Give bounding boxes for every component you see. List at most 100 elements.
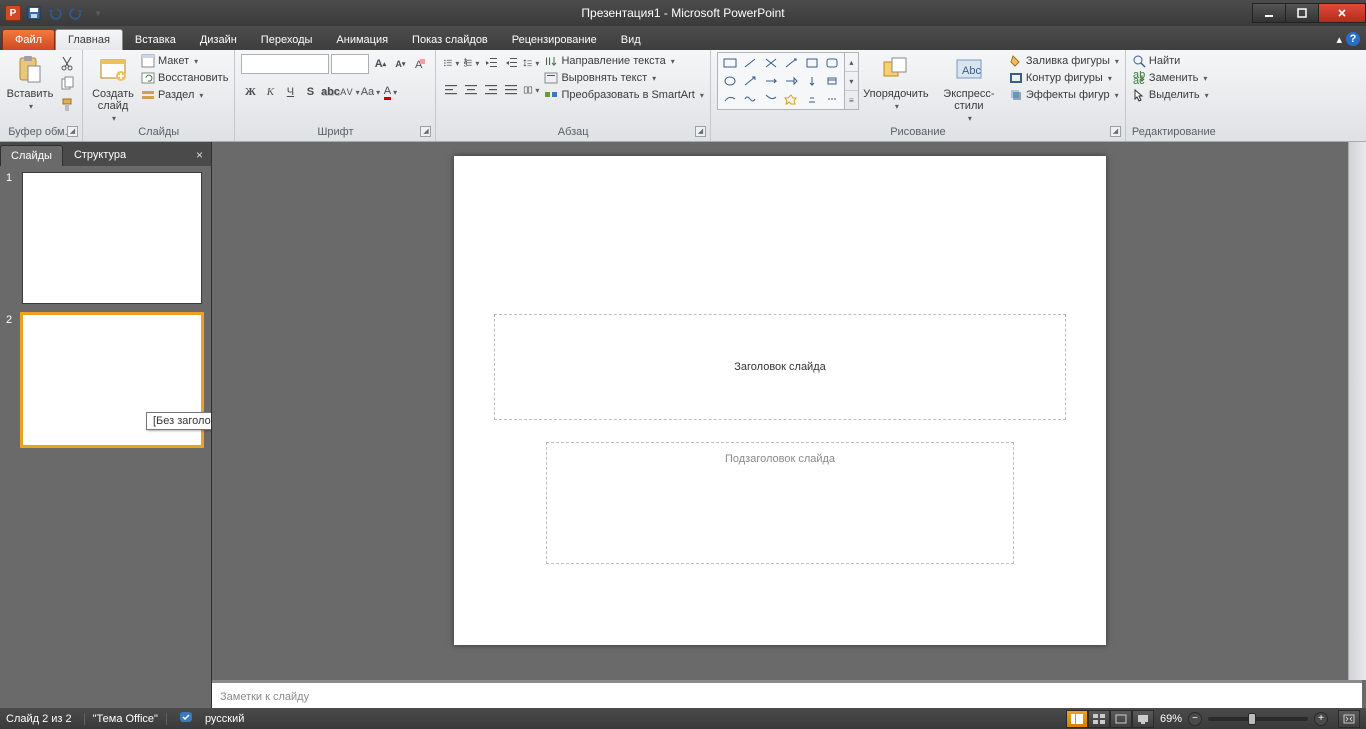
reading-view-icon[interactable]	[1110, 710, 1132, 728]
arrange-button[interactable]: Упорядочить▾	[863, 52, 929, 111]
spacing-icon[interactable]: AV▾	[341, 83, 359, 101]
columns-icon[interactable]: ▾	[522, 81, 540, 99]
fit-to-window-icon[interactable]	[1338, 710, 1360, 728]
shape-fill-button[interactable]: Заливка фигуры▾	[1009, 54, 1119, 68]
status-language[interactable]: русский	[205, 713, 244, 725]
format-painter-icon[interactable]	[58, 96, 76, 114]
cut-icon[interactable]	[58, 54, 76, 72]
zoom-out-button[interactable]: −	[1188, 712, 1202, 726]
panel-tab-slides[interactable]: Слайды	[0, 145, 63, 166]
quick-styles-button[interactable]: Abc Экспресс-стили▾	[933, 52, 1005, 123]
tab-slideshow[interactable]: Показ слайдов	[400, 30, 500, 50]
notes-pane[interactable]: Заметки к слайду	[212, 680, 1362, 708]
effects-icon	[1009, 88, 1023, 102]
smartart-button[interactable]: Преобразовать в SmartArt▾	[544, 88, 703, 102]
shadow-icon[interactable]: abc	[321, 83, 339, 101]
shape-effects-button[interactable]: Эффекты фигур▾	[1009, 88, 1119, 102]
arrange-icon	[880, 54, 912, 86]
tab-file[interactable]: Файл	[2, 29, 55, 50]
status-slide-count: Слайд 2 из 2	[6, 713, 72, 725]
tab-animation[interactable]: Анимация	[324, 30, 400, 50]
drawing-dialog-icon[interactable]: ◢	[1110, 126, 1121, 137]
redo-icon[interactable]	[67, 4, 85, 22]
slideshow-view-icon[interactable]	[1132, 710, 1154, 728]
clipboard-dialog-icon[interactable]: ◢	[67, 126, 78, 137]
close-button[interactable]	[1318, 3, 1366, 23]
paragraph-dialog-icon[interactable]: ◢	[695, 126, 706, 137]
italic-icon[interactable]: К	[261, 83, 279, 101]
undo-icon[interactable]	[46, 4, 64, 22]
replace-icon: abac	[1132, 71, 1146, 85]
maximize-button[interactable]	[1285, 3, 1319, 23]
tab-transitions[interactable]: Переходы	[249, 30, 325, 50]
change-case-icon[interactable]: Aa▾	[361, 83, 379, 101]
find-button[interactable]: Найти	[1132, 54, 1209, 68]
find-icon	[1132, 54, 1146, 68]
bold-icon[interactable]: Ж	[241, 83, 259, 101]
tab-insert[interactable]: Вставка	[123, 30, 188, 50]
font-dialog-icon[interactable]: ◢	[420, 126, 431, 137]
tab-home[interactable]: Главная	[55, 29, 123, 50]
section-button[interactable]: Раздел▾	[141, 88, 228, 102]
tab-review[interactable]: Рецензирование	[500, 30, 609, 50]
zoom-in-button[interactable]: +	[1314, 712, 1328, 726]
group-drawing: ▴▾≡ Упорядочить▾ Abc Экспресс-стили▾ Зал…	[711, 50, 1126, 141]
save-icon[interactable]	[25, 4, 43, 22]
slide[interactable]: Заголовок слайда Подзаголовок слайда	[454, 156, 1106, 645]
subtitle-placeholder[interactable]: Подзаголовок слайда	[546, 442, 1014, 564]
normal-view-icon[interactable]	[1066, 710, 1088, 728]
align-text-button[interactable]: Выровнять текст▾	[544, 71, 703, 85]
reset-button[interactable]: Восстановить	[141, 71, 228, 85]
group-clipboard: Вставить ▾ Буфер обм...◢	[0, 50, 83, 141]
clear-format-icon[interactable]: A	[411, 55, 429, 73]
align-text-icon	[544, 71, 558, 85]
paste-button[interactable]: Вставить ▾	[6, 52, 54, 111]
align-center-icon[interactable]	[462, 81, 480, 99]
thumbnail-2[interactable]: 2 [Без заголовка]	[6, 314, 205, 446]
qat-dropdown-icon[interactable]: ▼	[88, 4, 106, 22]
vertical-scrollbar[interactable]	[1348, 142, 1366, 680]
tab-design[interactable]: Дизайн	[188, 30, 249, 50]
title-placeholder[interactable]: Заголовок слайда	[494, 314, 1066, 420]
select-button[interactable]: Выделить▾	[1132, 88, 1209, 102]
panel-tab-outline[interactable]: Структура	[63, 144, 137, 166]
bullets-icon[interactable]: ▾	[442, 54, 460, 72]
shapes-scroll[interactable]: ▴▾≡	[845, 52, 859, 110]
zoom-slider[interactable]	[1208, 717, 1308, 721]
panel-close-icon[interactable]: ×	[188, 144, 211, 166]
sorter-view-icon[interactable]	[1088, 710, 1110, 728]
strikethrough-icon[interactable]: S	[301, 83, 319, 101]
text-direction-button[interactable]: IIНаправление текста▾	[544, 54, 703, 68]
copy-icon[interactable]	[58, 75, 76, 93]
drawing-group-label: Рисование	[890, 126, 945, 138]
align-right-icon[interactable]	[482, 81, 500, 99]
tab-view[interactable]: Вид	[609, 30, 653, 50]
shapes-gallery[interactable]	[717, 52, 845, 110]
layout-button[interactable]: Макет▾	[141, 54, 228, 68]
underline-icon[interactable]: Ч	[281, 83, 299, 101]
shape-outline-button[interactable]: Контур фигуры▾	[1009, 71, 1119, 85]
font-color-icon[interactable]: A▾	[381, 83, 399, 101]
font-family-combo[interactable]	[241, 54, 329, 74]
ribbon-minimize-icon[interactable]: ▴	[1336, 33, 1342, 46]
minimize-button[interactable]	[1252, 3, 1286, 23]
shrink-font-icon[interactable]: A▾	[391, 55, 409, 73]
replace-button[interactable]: abacЗаменить▾	[1132, 71, 1209, 85]
numbering-icon[interactable]: 123▾	[462, 54, 480, 72]
justify-icon[interactable]	[502, 81, 520, 99]
font-size-combo[interactable]	[331, 54, 369, 74]
grow-font-icon[interactable]: A▴	[371, 55, 389, 73]
thumbnail-1[interactable]: 1	[6, 172, 205, 304]
spellcheck-icon[interactable]	[179, 710, 193, 727]
thumbnail-tooltip: [Без заголовка]	[146, 412, 211, 430]
increase-indent-icon[interactable]	[502, 54, 520, 72]
align-left-icon[interactable]	[442, 81, 460, 99]
line-spacing-icon[interactable]: ▾	[522, 54, 540, 72]
title-bar: P ▼ Презентация1 - Microsoft PowerPoint	[0, 0, 1366, 26]
select-icon	[1132, 88, 1146, 102]
slide-canvas-area[interactable]: Заголовок слайда Подзаголовок слайда	[212, 142, 1348, 680]
new-slide-button[interactable]: Создать слайд ▾	[89, 52, 137, 123]
zoom-percent[interactable]: 69%	[1160, 713, 1182, 725]
decrease-indent-icon[interactable]	[482, 54, 500, 72]
help-icon[interactable]: ?	[1346, 32, 1360, 46]
